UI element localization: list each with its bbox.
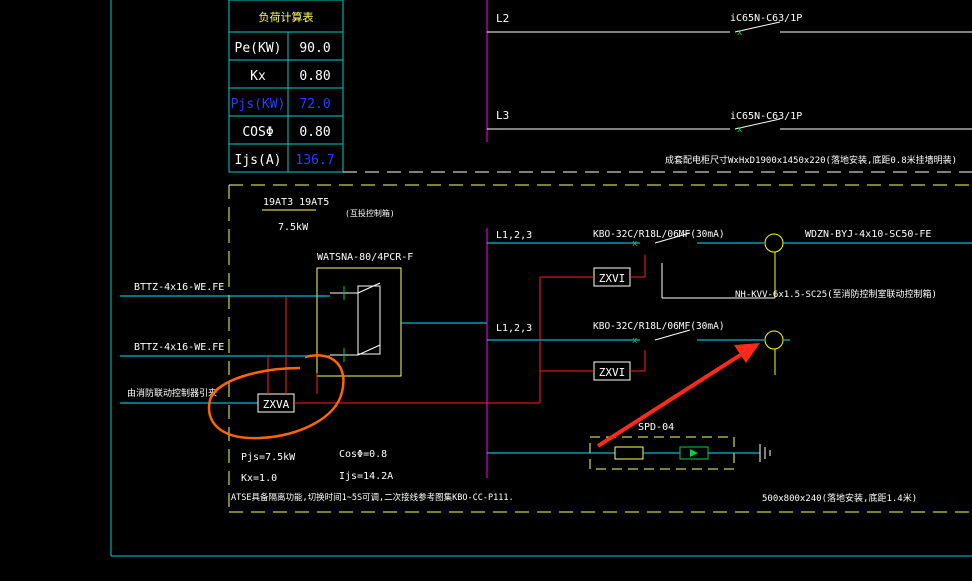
ats-note-label: (互投控制箱) bbox=[345, 208, 395, 218]
branch-cable: WDZN-BYJ-4x10-SC50-FE bbox=[805, 229, 931, 240]
incoming-cable-2: BTTZ-4x16-WE.FE bbox=[120, 342, 330, 357]
branch-outlet-icon bbox=[764, 233, 784, 253]
breaker-x-mark: x bbox=[632, 336, 638, 346]
ats-model-label: WATSNA-80/4PCR-F bbox=[317, 252, 413, 263]
load-row-label: Pe(KW) bbox=[235, 41, 282, 56]
load-calc-table: 负荷计算表 Pe(KW) 90.0 Kx 0.80 Pjs(KW) 72.0 C… bbox=[228, 0, 344, 173]
branch-breaker: KBO-32C/R18L/06MF(30mA) bbox=[593, 321, 725, 332]
cad-drawing-viewport[interactable]: 负荷计算表 Pe(KW) 90.0 Kx 0.80 Pjs(KW) 72.0 C… bbox=[0, 0, 972, 581]
load-row-value: 90.0 bbox=[299, 41, 330, 56]
ats-switch-box bbox=[316, 267, 402, 377]
incoming-2-label: BTTZ-4x16-WE.FE bbox=[134, 342, 224, 353]
phase-label: L3 bbox=[496, 109, 509, 122]
load-row-value: 136.7 bbox=[295, 153, 334, 168]
load-table-title: 负荷计算表 bbox=[259, 10, 314, 24]
load-row-label: Pjs(KW) bbox=[231, 97, 286, 112]
relay-label: ZXVI bbox=[599, 366, 626, 379]
breaker-label: iC65N-C63/1P bbox=[730, 13, 802, 24]
spd-label: SPD-04 bbox=[638, 422, 674, 433]
spd-surge-protector: SPD-04 bbox=[487, 422, 771, 470]
zxva-label: ZXVA bbox=[263, 398, 290, 411]
incoming-cable-1: BTTZ-4x16-WE.FE bbox=[120, 282, 330, 297]
relay-label: ZXVI bbox=[599, 272, 626, 285]
breaker-x-mark: x bbox=[737, 125, 743, 135]
upper-cabinet-note: 成套配电柜尺寸WxHxD1900x1450x220(落地安装,底距0.8米挂墙明… bbox=[665, 154, 957, 166]
box-size-note: 500x800x240(落地安装,底距1.4米) bbox=[762, 492, 917, 504]
branch-breaker: KBO-32C/R18L/06MF(30mA) bbox=[593, 229, 725, 240]
ijs-label: Ijs=14.2A bbox=[339, 471, 393, 482]
load-row-value: 0.80 bbox=[299, 69, 330, 84]
phase-label: L2 bbox=[496, 12, 509, 25]
load-row-value: 0.80 bbox=[299, 125, 330, 140]
pjs-label: Pjs=7.5kW bbox=[241, 452, 296, 463]
load-row-label: COSΦ bbox=[242, 125, 273, 140]
branch-outlet-icon bbox=[764, 330, 784, 350]
schematic-canvas: 负荷计算表 Pe(KW) 90.0 Kx 0.80 Pjs(KW) 72.0 C… bbox=[110, 0, 972, 557]
branch-circuit-1: L1,2,3 KBO-32C/R18L/06MF(30mA) x WDZN-BY… bbox=[487, 229, 972, 300]
incoming-1-label: BTTZ-4x16-WE.FE bbox=[134, 282, 224, 293]
load-row-label: Ijs(A) bbox=[235, 153, 282, 168]
fire-signal-line: 由消防联动控制器引来 bbox=[120, 387, 258, 404]
annotation-arrow bbox=[596, 343, 760, 448]
kx-label: Kx=1.0 bbox=[241, 473, 277, 484]
upper-circuit-l2: L2 iC65N-C63/1P x bbox=[487, 12, 972, 38]
ats-ratings-label: 19AT3 19AT5 bbox=[263, 197, 329, 208]
ats-power-label: 7.5kW bbox=[278, 222, 309, 233]
fire-signal-label: 由消防联动控制器引来 bbox=[127, 387, 217, 399]
ats-inner-box bbox=[357, 285, 381, 355]
upper-circuit-l3: L3 iC65N-C63/1P x bbox=[487, 109, 972, 135]
control-cable-label: NH-KVV-6x1.5-SC25(至消防控制室联动控制箱) bbox=[735, 288, 937, 300]
load-row-label: Kx bbox=[250, 69, 266, 84]
branch-phase: L1,2,3 bbox=[496, 323, 532, 334]
breaker-label: iC65N-C63/1P bbox=[730, 111, 802, 122]
breaker-x-mark: x bbox=[737, 28, 743, 38]
branch-phase: L1,2,3 bbox=[496, 230, 532, 241]
load-row-value: 72.0 bbox=[299, 97, 330, 112]
ats-bottom-note: ATSE具备隔离功能,切换时间1~5S可调,二次接线参考图集KBO-CC-P11… bbox=[231, 492, 514, 503]
cos-label: CosΦ=0.8 bbox=[339, 449, 387, 460]
breaker-x-mark: x bbox=[632, 239, 638, 249]
